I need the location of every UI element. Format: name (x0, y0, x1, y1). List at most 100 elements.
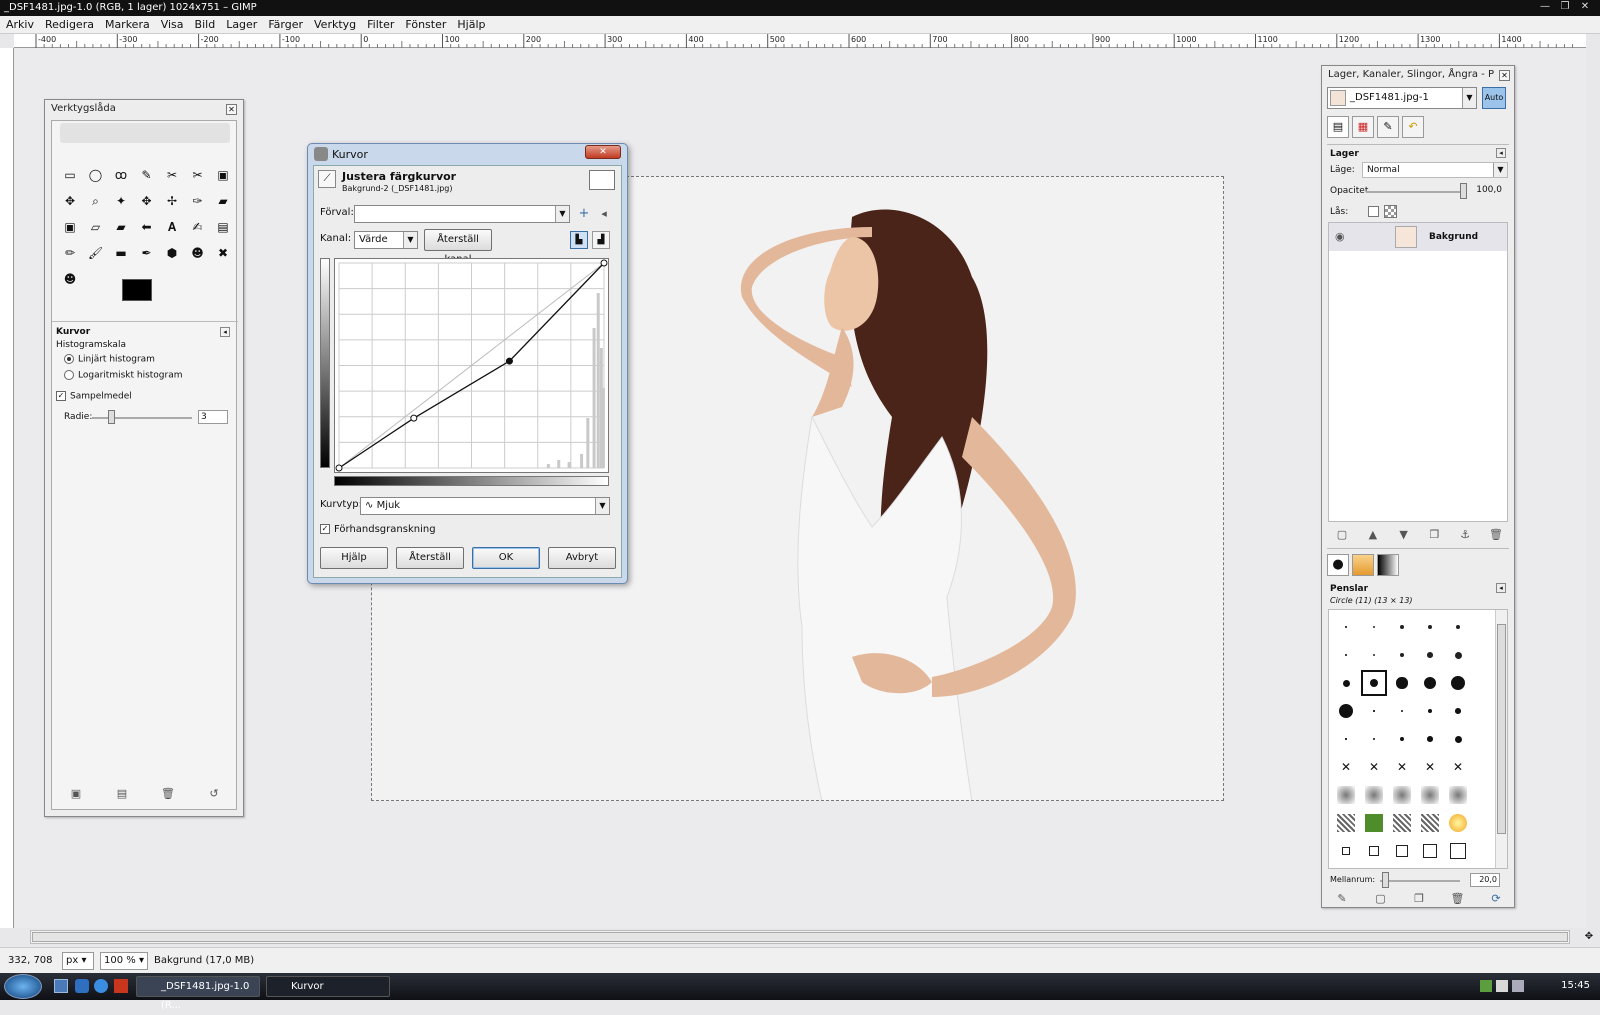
raise-layer-icon[interactable]: ▲ (1365, 527, 1381, 543)
tab-paths-icon[interactable]: ✎ (1377, 116, 1399, 138)
brush-item[interactable] (1333, 810, 1359, 836)
preset-menu-icon[interactable]: ◂ (596, 206, 612, 222)
vertical-ruler[interactable] (0, 48, 14, 928)
new-layer-icon[interactable]: ▢ (1334, 527, 1350, 543)
brush-item[interactable]: ✕ (1389, 754, 1415, 780)
rotate-icon[interactable]: ▣ (60, 217, 80, 237)
brush-item[interactable] (1417, 642, 1443, 668)
close-icon[interactable]: ✕ (1576, 1, 1594, 14)
image-select[interactable]: _DSF1481.jpg-1 ▼ (1327, 87, 1477, 109)
brush-item[interactable] (1389, 726, 1415, 752)
opacity-slider-track[interactable] (1366, 191, 1462, 193)
brush-item[interactable] (1417, 838, 1443, 864)
brush-item[interactable] (1361, 838, 1387, 864)
brush-item[interactable] (1417, 614, 1443, 640)
help-button[interactable]: Hjälp (320, 547, 388, 569)
show-desktop-icon[interactable] (54, 979, 68, 993)
brush-item[interactable] (1361, 810, 1387, 836)
tab-undo-icon[interactable]: ↶ (1402, 116, 1424, 138)
reset-channel-button[interactable]: Återställ kanal (424, 229, 492, 265)
brushes-menu-icon[interactable]: ◂ (1496, 583, 1506, 593)
brush-grid-scrollbar[interactable] (1495, 610, 1507, 868)
airbrush-icon[interactable]: ⬢ (162, 243, 182, 263)
sample-average-checkbox[interactable]: ✓ Sampelmedel (56, 391, 132, 402)
log-histogram-radio[interactable]: Logaritmiskt histogram (64, 370, 183, 381)
brush-item[interactable] (1361, 642, 1387, 668)
ok-button[interactable]: OK (472, 547, 540, 569)
brush-item[interactable] (1361, 698, 1387, 724)
dock-close-icon[interactable]: ✕ (1499, 70, 1510, 81)
refresh-brushes-icon[interactable]: ⟳ (1488, 892, 1504, 906)
mode-select[interactable]: Normal ▼ (1362, 162, 1508, 178)
brush-item[interactable] (1445, 670, 1471, 696)
anchor-layer-icon[interactable]: ⚓ (1457, 527, 1473, 543)
lock-alpha-icon[interactable] (1384, 205, 1397, 218)
brush-item[interactable] (1333, 642, 1359, 668)
channel-select[interactable]: Värde ▼ (354, 231, 418, 249)
free-select-icon[interactable]: ꝏ (111, 165, 131, 185)
ink-icon[interactable]: ☻ (188, 243, 208, 263)
flip-icon[interactable]: 𝐀 (162, 217, 182, 237)
delete-options-icon[interactable]: 🗑 (160, 786, 176, 802)
crop-icon[interactable]: ▰ (213, 191, 233, 211)
brush-item[interactable]: ✕ (1361, 754, 1387, 780)
brush-grid[interactable]: ✕ ✕ ✕ ✕ ✕ (1328, 609, 1508, 869)
spacing-slider-track[interactable] (1380, 880, 1460, 882)
dialog-close-icon[interactable]: ✕ (585, 145, 621, 159)
curve-graph[interactable] (334, 258, 609, 473)
new-brush-icon[interactable]: ▢ (1373, 892, 1389, 906)
linear-histogram-radio[interactable]: Linjärt histogram (64, 354, 155, 365)
browser-icon[interactable] (94, 979, 108, 993)
start-button-icon[interactable] (4, 974, 42, 999)
navigate-icon[interactable]: ✥ (1582, 930, 1596, 944)
menu-redigera[interactable]: Redigera (45, 18, 94, 31)
eraser-icon[interactable]: ✒ (137, 243, 157, 263)
brush-item[interactable] (1389, 782, 1415, 808)
brush-item[interactable] (1333, 838, 1359, 864)
spacing-input[interactable]: 20,0 (1470, 873, 1500, 887)
brush-item[interactable]: ✕ (1417, 754, 1443, 780)
eye-icon[interactable]: ◉ (1335, 230, 1345, 243)
layer-row[interactable]: ◉ Bakgrund (1329, 223, 1507, 251)
menu-farger[interactable]: Färger (268, 18, 303, 31)
zoom-icon[interactable]: ✦ (111, 191, 131, 211)
paintbrush-icon[interactable]: ▬ (111, 243, 131, 263)
tab-gradients-icon[interactable] (1377, 554, 1399, 576)
edit-brush-icon[interactable]: ✎ (1334, 892, 1350, 906)
preset-combobox[interactable]: ▼ (354, 205, 570, 223)
shear-icon[interactable]: ▰ (111, 217, 131, 237)
brush-item[interactable] (1361, 782, 1387, 808)
curve-control-point[interactable] (335, 464, 343, 472)
menu-bild[interactable]: Bild (195, 18, 216, 31)
perspective-icon[interactable]: ⬅ (137, 217, 157, 237)
menu-visa[interactable]: Visa (161, 18, 184, 31)
duplicate-layer-icon[interactable]: ❐ (1426, 527, 1442, 543)
toolbox-close-icon[interactable]: ✕ (226, 104, 237, 115)
brush-item[interactable] (1361, 670, 1387, 696)
auto-button[interactable]: Auto (1482, 87, 1506, 109)
brush-item[interactable] (1333, 726, 1359, 752)
ftp-client-icon[interactable] (114, 979, 128, 993)
pencil-icon[interactable]: 🖌 (86, 243, 106, 263)
bucket-fill-icon[interactable]: ▤ (213, 217, 233, 237)
blend-icon[interactable]: ✏ (60, 243, 80, 263)
text-icon[interactable]: ✍ (188, 217, 208, 237)
measure-icon[interactable]: ✥ (137, 191, 157, 211)
linear-histogram-icon[interactable]: ▙ (570, 231, 588, 249)
menu-markera[interactable]: Markera (105, 18, 150, 31)
menu-fonster[interactable]: Fönster (405, 18, 446, 31)
brush-item[interactable] (1389, 810, 1415, 836)
brush-item[interactable] (1445, 782, 1471, 808)
lock-pixels-checkbox[interactable] (1368, 206, 1379, 217)
taskbar-item-gimp[interactable]: _DSF1481.jpg-1.0 (R... (136, 976, 260, 1011)
curve-control-point[interactable] (600, 259, 608, 267)
curve-type-select[interactable]: ∿ Mjuk ▼ (360, 497, 610, 515)
opacity-slider-handle[interactable] (1460, 183, 1467, 199)
lower-layer-icon[interactable]: ▼ (1396, 527, 1412, 543)
brush-item[interactable] (1389, 642, 1415, 668)
brush-item[interactable]: ✕ (1333, 754, 1359, 780)
fuzzy-select-icon[interactable]: ✎ (137, 165, 157, 185)
radius-input[interactable]: 3 (198, 410, 228, 424)
radius-slider-handle[interactable] (108, 410, 115, 424)
brush-item[interactable] (1417, 810, 1443, 836)
